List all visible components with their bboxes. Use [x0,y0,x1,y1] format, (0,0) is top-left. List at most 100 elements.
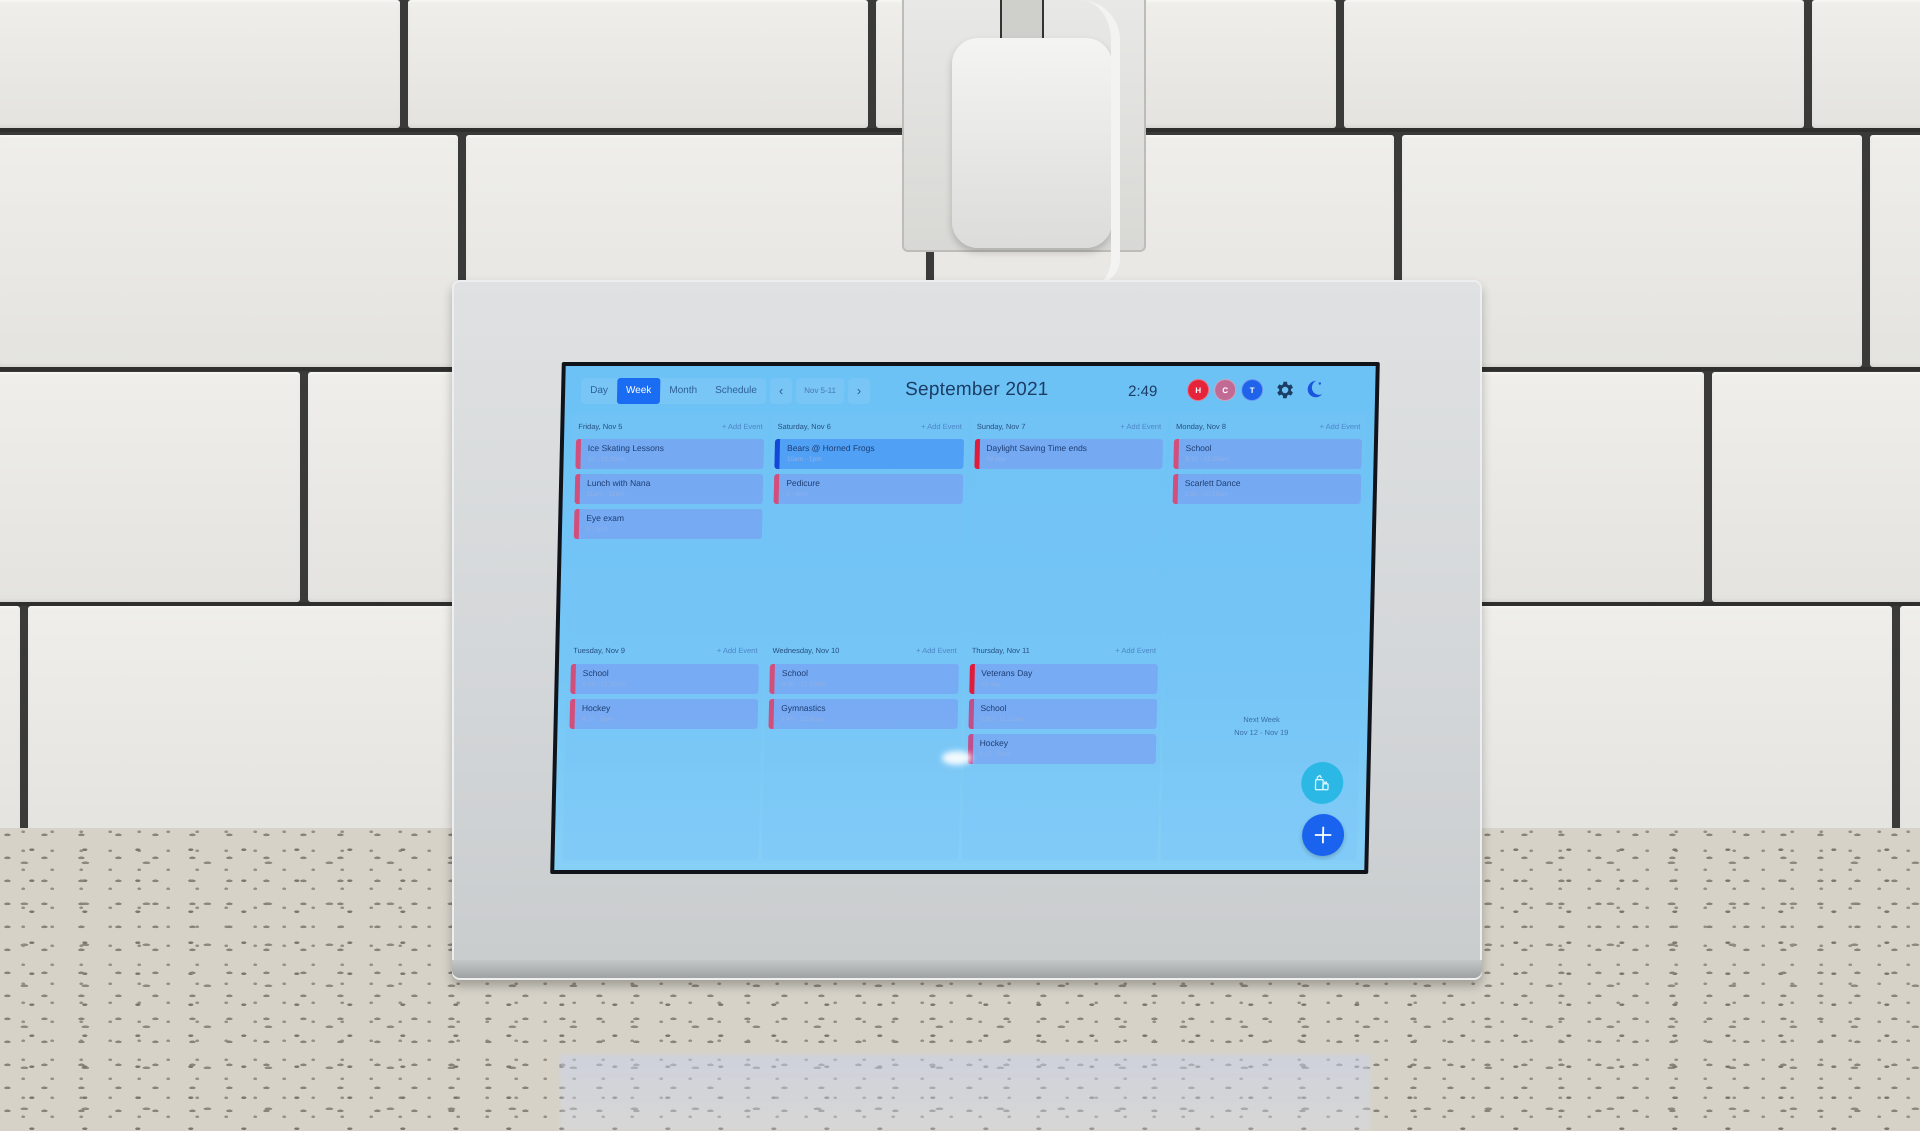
event-time: 8:30 - 11:30am [781,680,826,688]
event-color-bar [569,698,576,729]
event-title: Eye exam [586,513,625,523]
event-title: Hockey [979,737,1009,748]
event-title: School [582,667,609,678]
event-card[interactable]: Hockey 4:15 - 5pm [967,733,1157,764]
settings-button[interactable] [1273,379,1295,401]
add-event-link[interactable]: + Add Event [1115,646,1156,655]
event-time: 4:15 - 5pm [581,715,613,723]
day-name: Saturday, Nov 6 [777,421,831,431]
event-color-bar [774,439,781,469]
event-color-bar [968,663,975,694]
event-time: All day [980,680,1001,688]
event-card[interactable]: Eye exam 3 - 4pm [573,509,763,539]
wall-tile [28,606,488,838]
event-title: Veterans Day [981,667,1033,678]
wall-tile [0,372,300,602]
event-time: 3 - 4pm [585,526,609,533]
event-title: Pedicure [786,478,820,488]
date-range-nav: ‹ Nov 5-11 › [769,378,871,404]
event-time: All day [986,456,1006,463]
add-event-link[interactable]: + Add Event [916,646,957,655]
event-card[interactable]: School 8:30 - 11:30am [967,698,1157,729]
tab-week[interactable]: Week [616,378,661,404]
month-title: September 2021 [904,379,1049,400]
event-color-bar [570,663,576,694]
add-event-link[interactable]: + Add Event [1320,422,1361,431]
event-color-bar [973,439,980,469]
add-event-link[interactable]: + Add Event [722,422,763,431]
day-column: Tuesday, Nov 9 + Add Event School 8:30 - 11… [562,638,764,860]
day-column: Sunday, Nov 7 + Add Event Daylight Saving … [966,414,1168,636]
screen-glare [941,751,972,765]
event-color-bar [573,509,580,539]
event-color-bar [769,663,776,694]
prev-week-button[interactable]: ‹ [769,378,793,404]
event-card[interactable]: School 8:30 - 11:30am [769,663,959,694]
tablet-bottom-edge [452,960,1482,978]
wall-tile [1812,0,1920,128]
event-card[interactable]: Gymnastics 9:45 - 10:30am [768,698,958,729]
wall-tile [1432,606,1892,838]
tab-month[interactable]: Month [660,378,706,404]
night-mode-button[interactable] [1303,378,1325,400]
power-cord [1080,0,1120,285]
chevron-right-icon: › [856,383,862,398]
wall-tile [1712,372,1920,602]
next-week-link[interactable]: Next Week Nov 12 - Nov 19 [1163,713,1360,739]
event-card[interactable]: School 8:30 - 11:30am [1173,439,1363,469]
event-card[interactable]: Scarlett Dance 9:30 - 10:15am [1172,474,1362,504]
event-color-bar [768,698,775,729]
event-card[interactable]: Pedicure 3 - 4pm [773,474,963,504]
day-column: Friday, Nov 5 + Add Event Ice Skating Less… [567,414,769,636]
event-color-bar [575,439,582,469]
day-name: Sunday, Nov 7 [976,421,1026,431]
week-grid: Friday, Nov 5 + Add Event Ice Skating Less… [562,414,1367,860]
event-card[interactable]: Ice Skating Lessons 10 - 10:30am [575,439,765,469]
wall-tile [0,135,458,367]
add-event-link[interactable]: + Add Event [1120,422,1161,431]
day-column: Thursday, Nov 11 + Add Event Veterans Day A… [961,638,1163,860]
day-header: Monday, Nov 8 + Add Event [1174,418,1363,434]
event-time: 9:45 - 10:30am [780,715,825,723]
avatar-c[interactable]: C [1213,379,1237,401]
event-card[interactable]: Veterans Day All day [968,663,1158,694]
add-event-link[interactable]: + Add Event [921,422,962,431]
event-color-bar [574,474,581,504]
wall-tile [0,0,400,128]
chores-icon [1314,774,1329,791]
event-time: 3 - 4pm [785,491,809,498]
tab-day[interactable]: Day [581,378,617,404]
wall-tile [1344,0,1804,128]
avatar-t[interactable]: T [1240,379,1264,401]
event-card[interactable]: Daylight Saving Time ends All day [973,439,1163,469]
day-header: Thursday, Nov 11 + Add Event [970,643,1159,659]
event-card[interactable]: Lunch with Nana 11am - 12pm [574,474,764,504]
add-event-link[interactable]: + Add Event [717,646,758,655]
avatar-h[interactable]: H [1186,379,1210,401]
date-range-label[interactable]: Nov 5-11 [795,378,845,404]
event-card[interactable]: Hockey 4:15 - 5pm [569,698,759,729]
event-title: Scarlett Dance [1184,478,1241,488]
event-card[interactable]: Bears @ Horned Frogs 10am - 1pm [774,439,964,469]
day-name: Friday, Nov 5 [578,421,623,431]
clock: 2:49 [1127,383,1158,400]
day-name: Monday, Nov 8 [1176,421,1227,431]
tab-schedule[interactable]: Schedule [706,378,766,404]
event-card[interactable]: School 8:30 - 11:30am [570,663,760,694]
day-column: Monday, Nov 8 + Add Event School 8:30 - 11:… [1165,414,1367,636]
event-time: 4:15 - 5pm [979,750,1011,758]
wall-tile [1900,606,1920,838]
next-week-range: Nov 12 - Nov 19 [1234,727,1289,737]
next-week-button[interactable]: › [847,378,871,404]
wall-tile [408,0,868,128]
plus-icon [1314,826,1332,844]
screen-reflection [560,1055,1370,1131]
moon-icon [1307,380,1323,398]
day-name: Tuesday, Nov 9 [573,646,626,655]
event-time: 8:30 - 11:30am [980,715,1024,723]
event-color-bar [773,474,780,504]
event-title: Ice Skating Lessons [587,443,665,453]
day-column: Saturday, Nov 6 + Add Event Bears @ Horned… [766,414,969,636]
event-color-bar [1173,439,1179,469]
event-title: Hockey [581,702,611,713]
